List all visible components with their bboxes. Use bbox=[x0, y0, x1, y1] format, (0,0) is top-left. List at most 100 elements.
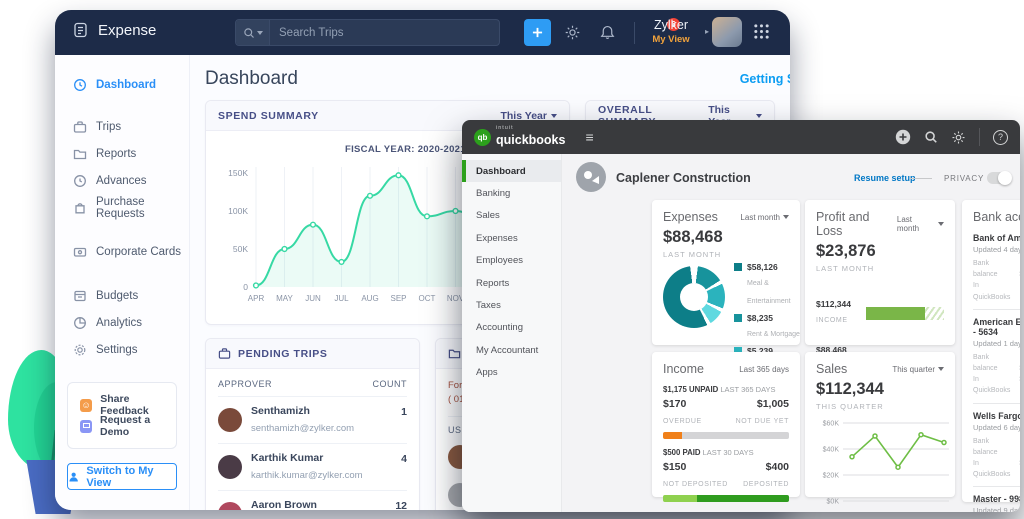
spend-summary-title: SPEND SUMMARY bbox=[218, 109, 319, 122]
sales-sublabel: THIS QUARTER bbox=[816, 402, 884, 411]
qb-sidebar-item-employees[interactable]: Employees bbox=[462, 250, 561, 272]
add-button[interactable] bbox=[524, 19, 551, 46]
expenses-sublabel: LAST MONTH bbox=[663, 250, 722, 259]
header-divider bbox=[979, 128, 980, 146]
receipt-icon bbox=[74, 22, 87, 38]
sales-card: Sales This quarter $112,344 THIS QUARTER… bbox=[805, 352, 955, 506]
hamburger-menu-icon[interactable]: ≡ bbox=[585, 129, 593, 145]
resume-setup-link[interactable]: Resume setup bbox=[854, 173, 916, 183]
income-bar bbox=[866, 306, 944, 320]
pl-period-dropdown[interactable]: Last month bbox=[897, 215, 944, 233]
sidebar-item-reports[interactable]: Reports bbox=[55, 144, 189, 164]
user-view-label[interactable]: My View bbox=[641, 34, 701, 45]
sidebar-item-budgets[interactable]: Budgets bbox=[55, 286, 189, 306]
briefcase-icon bbox=[73, 121, 87, 133]
search-icon[interactable] bbox=[236, 20, 270, 45]
svg-text:150K: 150K bbox=[228, 168, 248, 178]
svg-text:0: 0 bbox=[243, 282, 248, 292]
shopping-bag-icon bbox=[75, 203, 85, 214]
search-icon[interactable] bbox=[924, 130, 938, 144]
sidebar-item-settings[interactable]: Settings bbox=[55, 340, 189, 360]
settings-gear-icon[interactable] bbox=[564, 24, 584, 44]
sidebar-item-analytics[interactable]: Analytics bbox=[55, 313, 189, 333]
qb-sidebar-item-expenses[interactable]: Expenses bbox=[462, 227, 561, 249]
quickbooks-window: qb intuit quickbooks ≡ ? Dashboard Bankin… bbox=[462, 120, 1020, 512]
divider bbox=[910, 178, 932, 179]
help-icon[interactable]: ? bbox=[993, 129, 1008, 145]
bank-account-row[interactable]: Wells Fargo - 2343 Updated 6 days ago Ba… bbox=[973, 404, 1020, 488]
pie-chart-icon bbox=[74, 317, 86, 329]
share-feedback-item[interactable]: ☺ Share Feedback bbox=[80, 393, 176, 417]
qb-sidebar-item-sales[interactable]: Sales bbox=[462, 205, 561, 227]
qb-sidebar-item-apps[interactable]: Apps bbox=[462, 362, 561, 384]
bank-account-row[interactable]: Bank of America - 1234 Updated 4 days ag… bbox=[973, 226, 1020, 310]
getting-started-link[interactable]: Getting Started bbox=[615, 72, 790, 86]
clock-icon bbox=[74, 175, 86, 187]
pl-sublabel: LAST MONTH bbox=[816, 264, 875, 273]
user-name[interactable]: Zylker bbox=[641, 18, 701, 32]
switch-to-my-view-button[interactable]: Switch to My View bbox=[67, 463, 177, 490]
bank-account-row[interactable]: Master - 9987 Updated 9 days ago Bank ba… bbox=[973, 487, 1020, 512]
fiscal-year-label: FISCAL YEAR: 2020-2021 bbox=[345, 144, 466, 155]
income-card-title: Income bbox=[663, 362, 704, 376]
avatar bbox=[218, 408, 242, 433]
qb-sidebar-item-reports[interactable]: Reports bbox=[462, 272, 561, 294]
user-menu-caret-icon[interactable]: ▸ bbox=[705, 27, 709, 36]
search-input[interactable]: Search Trips bbox=[235, 19, 500, 46]
quickbooks-main: Caplener Construction Resume setup PRIVA… bbox=[562, 154, 1020, 512]
svg-text:APR: APR bbox=[248, 294, 265, 303]
search-placeholder: Search Trips bbox=[279, 26, 344, 39]
expenses-period-dropdown[interactable]: Last month bbox=[740, 213, 789, 222]
approver-email: senthamizh@zylker.com bbox=[251, 423, 355, 435]
caret-down-icon bbox=[551, 113, 557, 118]
expense-logo[interactable]: Expense bbox=[73, 22, 156, 39]
svg-text:$40K: $40K bbox=[823, 447, 840, 454]
smiley-icon: ☺ bbox=[80, 398, 93, 412]
gear-icon[interactable] bbox=[951, 130, 966, 145]
col-approver: APPROVER bbox=[218, 379, 273, 389]
sidebar-item-corporate-cards[interactable]: Corporate Cards bbox=[55, 242, 189, 262]
expenses-amount: $88,468 bbox=[663, 228, 723, 246]
qb-sidebar-item-accounting[interactable]: Accounting bbox=[462, 317, 561, 339]
page-title: Dashboard bbox=[205, 68, 298, 89]
qb-sidebar-item-taxes[interactable]: Taxes bbox=[462, 294, 561, 316]
avatar bbox=[218, 502, 242, 510]
pending-trips-card: PENDING TRIPS APPROVER COUNT Senthamizh s… bbox=[205, 338, 420, 510]
apps-grid-icon[interactable] bbox=[753, 23, 770, 40]
sidebar-item-advances[interactable]: Advances bbox=[55, 171, 189, 191]
table-row[interactable]: Karthik Kumar karthik.kumar@zylker.com 4 bbox=[218, 444, 407, 492]
feedback-box: ☺ Share Feedback Request a Demo bbox=[67, 382, 177, 449]
company-avatar bbox=[576, 162, 606, 192]
table-row[interactable]: Aaron Brownaaronbrown@zylker.com 12 bbox=[218, 491, 407, 510]
sidebar-item-purchase-requests[interactable]: Purchase Requests bbox=[55, 196, 189, 220]
overdue-value: $170 bbox=[663, 398, 687, 410]
user-avatar[interactable] bbox=[712, 17, 742, 47]
monitor-icon bbox=[80, 419, 92, 433]
qb-sidebar-item-dashboard[interactable]: Dashboard bbox=[462, 160, 561, 183]
sales-period-dropdown[interactable]: This quarter bbox=[892, 365, 944, 374]
quickbooks-header: qb intuit quickbooks ≡ ? bbox=[462, 120, 1020, 154]
quickbooks-logo[interactable]: qb intuit quickbooks bbox=[474, 125, 565, 149]
caret-down-icon bbox=[756, 113, 762, 118]
qb-monogram: qb bbox=[474, 128, 491, 146]
income-period-label[interactable]: Last 365 days bbox=[739, 365, 789, 374]
approver-name: Aaron Brown bbox=[251, 499, 317, 510]
request-demo-item[interactable]: Request a Demo bbox=[80, 414, 176, 438]
bank-account-row[interactable]: American Express Business - 5634 Updated… bbox=[973, 310, 1020, 404]
qb-sidebar-item-banking[interactable]: Banking bbox=[462, 182, 561, 204]
sidebar-item-dashboard[interactable]: Dashboard bbox=[55, 75, 189, 95]
qb-sidebar-item-my-accountant[interactable]: My Accountant bbox=[462, 339, 561, 361]
screenshot-stage: Expense Search Trips 6 Zylker My View ▸ … bbox=[0, 0, 1024, 519]
plus-circle-icon[interactable] bbox=[895, 129, 911, 145]
expense-sidebar: Dashboard Trips Reports Advances Purchas… bbox=[55, 55, 190, 510]
sidebar-item-trips[interactable]: Trips bbox=[55, 117, 189, 137]
notifications-bell-icon[interactable] bbox=[599, 24, 619, 44]
svg-text:$20K: $20K bbox=[823, 473, 840, 480]
table-row[interactable]: Senthamizh senthamizh@zylker.com 1 bbox=[218, 397, 407, 445]
sales-line-chart: $60K $40K $20K $0K bbox=[823, 421, 949, 506]
svg-text:OCT: OCT bbox=[419, 294, 436, 303]
approver-email: karthik.kumar@zylker.com bbox=[251, 470, 363, 482]
trip-count: 1 bbox=[401, 406, 407, 418]
bank-card-title: Bank accounts bbox=[973, 210, 1020, 224]
privacy-toggle[interactable] bbox=[987, 171, 1012, 185]
